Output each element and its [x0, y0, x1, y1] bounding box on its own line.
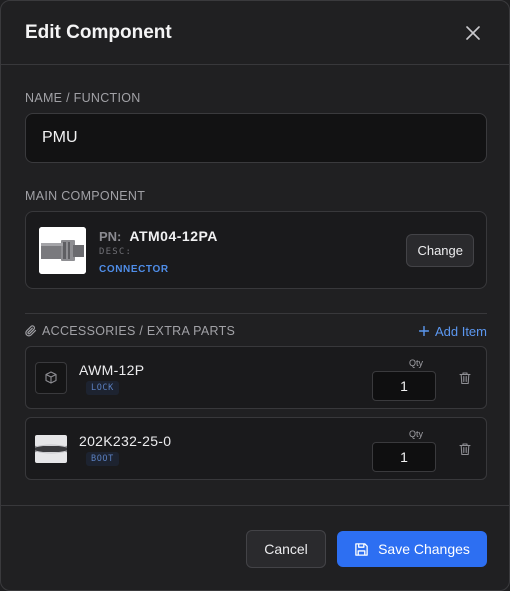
trash-icon[interactable]: [458, 442, 472, 456]
accessory-part-number: AWM-12P: [79, 362, 145, 378]
accessory-tag: LOCK: [86, 381, 119, 395]
desc-key: DESC:: [99, 247, 133, 257]
cancel-button[interactable]: Cancel: [246, 530, 326, 568]
main-component-card: PN: ATM04-12PA DESC: CONNECTOR Change: [25, 211, 487, 289]
save-changes-button[interactable]: Save Changes: [337, 531, 487, 567]
save-label: Save Changes: [378, 541, 470, 557]
accessory-part-number: 202K232-25-0: [79, 433, 172, 449]
main-pn-row: PN: ATM04-12PA: [99, 228, 218, 244]
add-item-button[interactable]: Add Item: [418, 323, 487, 339]
dialog-title: Edit Component: [25, 21, 172, 43]
qty-input[interactable]: [372, 442, 436, 472]
footer-divider: [1, 505, 509, 506]
edit-component-dialog: Edit Component NAME / FUNCTION MAIN COMP…: [0, 0, 510, 591]
connector-image: [39, 227, 86, 274]
boot-image: [34, 433, 68, 465]
add-item-label: Add Item: [434, 323, 487, 339]
accessories-label: ACCESSORIES / EXTRA PARTS: [42, 324, 236, 338]
accessory-tag: BOOT: [86, 452, 119, 466]
pn-key: PN:: [99, 229, 122, 244]
component-type: CONNECTOR: [99, 264, 169, 275]
main-component-label: MAIN COMPONENT: [25, 189, 146, 203]
accessory-row: AWM-12P LOCK Qty: [25, 346, 487, 409]
qty-input[interactable]: [372, 371, 436, 401]
accessories-title: ACCESSORIES / EXTRA PARTS: [25, 324, 235, 338]
save-icon: [355, 542, 368, 556]
accessory-row: 202K232-25-0 BOOT Qty: [25, 417, 487, 480]
qty-label: Qty: [408, 358, 423, 368]
plus-icon: [418, 326, 429, 336]
qty-label: Qty: [408, 429, 423, 439]
close-icon: [466, 25, 480, 40]
section-divider: [25, 313, 487, 314]
accessories-header: ACCESSORIES / EXTRA PARTS Add Item: [25, 322, 487, 340]
change-button[interactable]: Change: [406, 234, 474, 267]
trash-icon[interactable]: [458, 371, 472, 385]
close-button[interactable]: [461, 21, 485, 45]
box-icon: [35, 362, 67, 394]
name-label: NAME / FUNCTION: [25, 91, 141, 105]
main-part-number: ATM04-12PA: [129, 228, 218, 244]
paperclip-icon: [25, 325, 37, 337]
name-input[interactable]: [25, 113, 487, 163]
dialog-header: Edit Component: [1, 1, 509, 65]
